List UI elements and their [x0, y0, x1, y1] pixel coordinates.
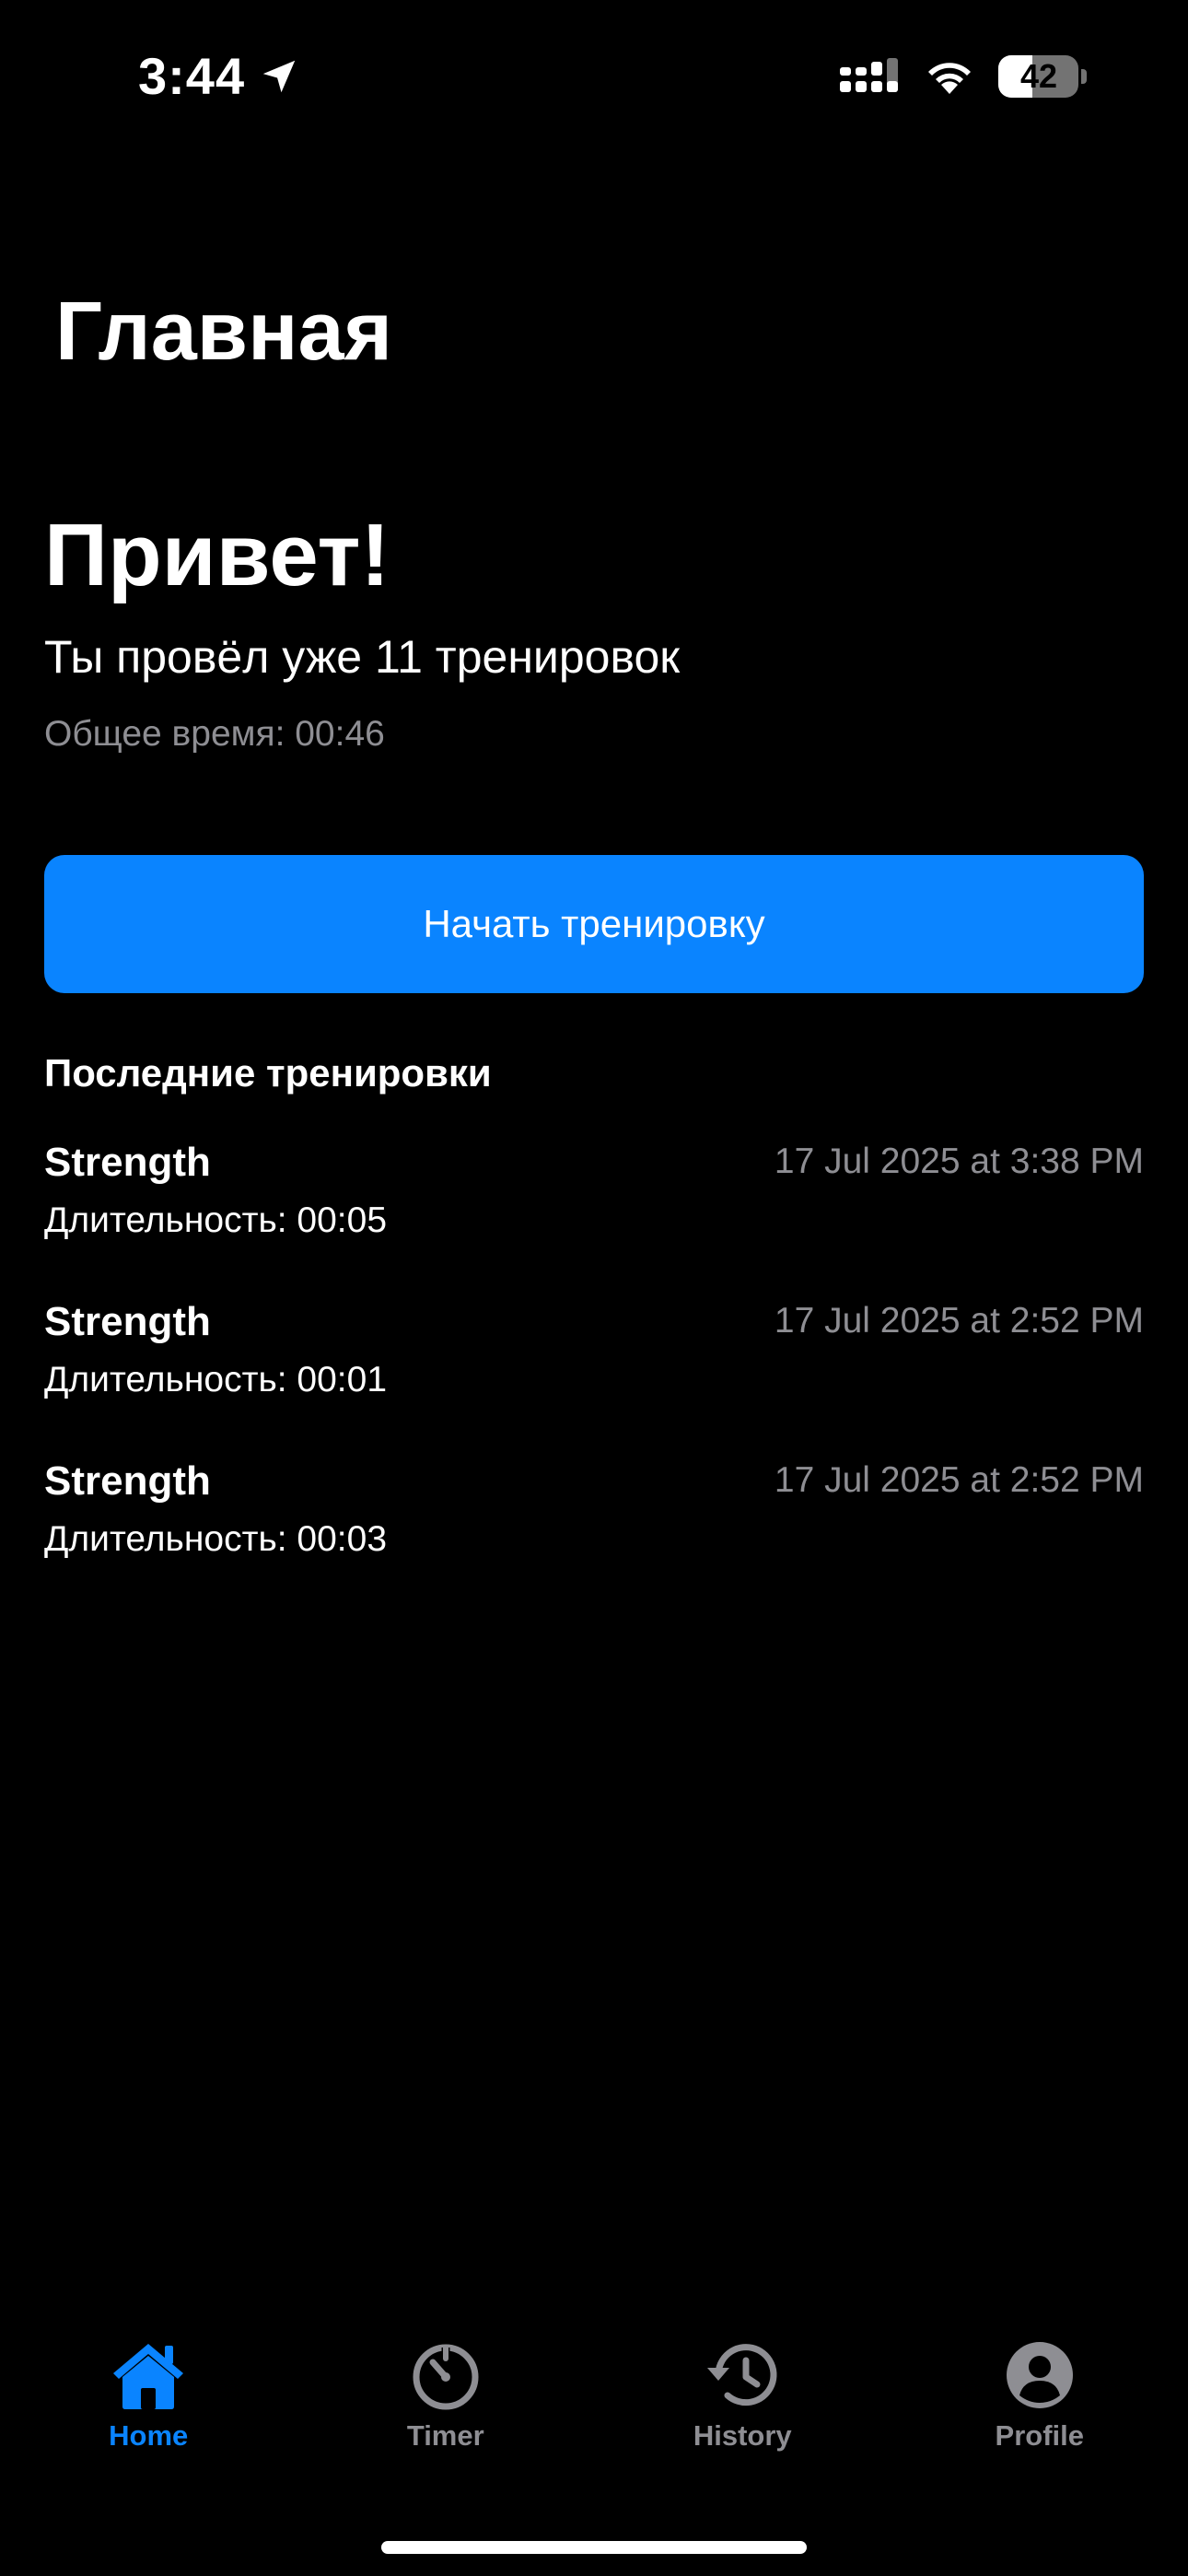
workout-type: Strength	[44, 1140, 211, 1185]
history-icon	[707, 2344, 777, 2406]
tab-history-label: History	[693, 2419, 792, 2452]
workout-list-item[interactable]: Strength 17 Jul 2025 at 2:52 PM Длительн…	[44, 1452, 1144, 1611]
home-indicator	[381, 2541, 807, 2554]
status-bar: 3:44 42	[0, 0, 1188, 157]
start-workout-button[interactable]: Начать тренировку	[44, 855, 1144, 993]
workout-date: 17 Jul 2025 at 2:52 PM	[774, 1301, 1144, 1341]
battery-icon: 42	[998, 55, 1087, 98]
workout-type: Strength	[44, 1458, 211, 1504]
tab-home-label: Home	[109, 2419, 189, 2452]
status-time: 3:44	[138, 46, 300, 106]
page-title: Главная	[55, 286, 393, 378]
tab-profile-label: Profile	[995, 2419, 1084, 2452]
battery-cap	[1081, 69, 1087, 84]
workout-duration: Длительность: 00:05	[44, 1200, 388, 1240]
workout-type: Strength	[44, 1299, 211, 1344]
person-circle-icon	[1006, 2342, 1073, 2408]
status-time-text: 3:44	[138, 47, 246, 105]
wifi-icon	[928, 63, 971, 94]
workout-list-item[interactable]: Strength 17 Jul 2025 at 3:38 PM Длительн…	[44, 1133, 1144, 1293]
workout-date: 17 Jul 2025 at 2:52 PM	[774, 1460, 1144, 1500]
timer-icon	[413, 2344, 479, 2410]
battery-level: 42	[1019, 57, 1058, 95]
workout-list-item[interactable]: Strength 17 Jul 2025 at 2:52 PM Длительн…	[44, 1293, 1144, 1452]
greeting-title: Привет!	[44, 506, 390, 604]
house-icon	[113, 2344, 184, 2409]
tab-bar: Home Timer History Profile	[0, 2340, 1188, 2497]
tab-home[interactable]: Home	[0, 2340, 297, 2497]
tab-timer[interactable]: Timer	[297, 2340, 595, 2497]
workout-duration: Длительность: 00:01	[44, 1360, 388, 1399]
status-indicators: 42	[840, 55, 1087, 98]
location-arrow-icon	[262, 60, 296, 92]
tab-timer-label: Timer	[406, 2419, 484, 2452]
tab-history[interactable]: History	[594, 2340, 891, 2497]
total-time: Общее время: 00:46	[44, 714, 385, 754]
cellular-signal-icon	[840, 58, 898, 92]
recent-workouts-list: Strength 17 Jul 2025 at 3:38 PM Длительн…	[44, 1133, 1144, 1611]
battery-body: 42	[998, 55, 1079, 98]
tab-profile[interactable]: Profile	[891, 2340, 1188, 2497]
recent-workouts-title: Последние тренировки	[44, 1051, 492, 1095]
workout-duration: Длительность: 00:03	[44, 1519, 388, 1559]
workout-count-summary: Ты провёл уже 11 тренировок	[44, 631, 681, 683]
workout-date: 17 Jul 2025 at 3:38 PM	[774, 1142, 1144, 1181]
